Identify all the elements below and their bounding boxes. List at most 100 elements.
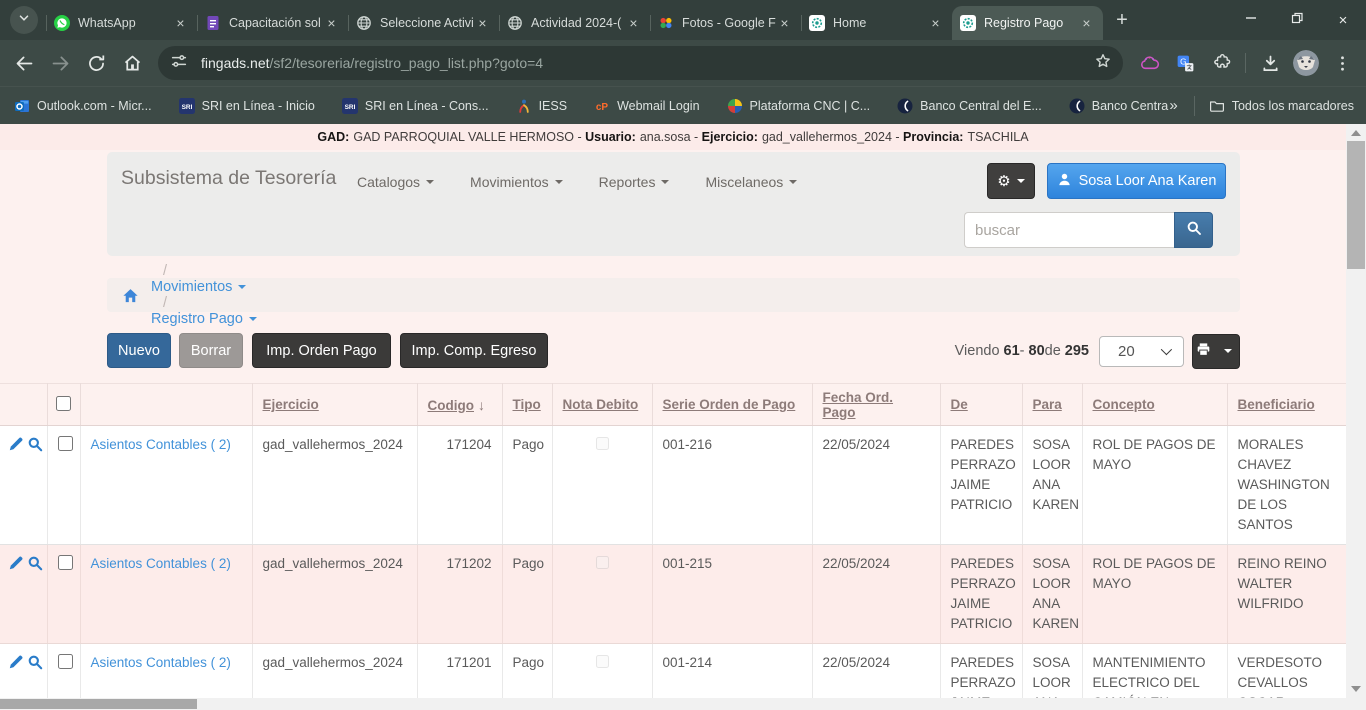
nav-menu-item[interactable]: Catalogos [357,174,434,190]
reload-icon[interactable] [81,48,111,78]
browser-tab[interactable]: Home × [801,6,952,40]
tab-close-icon[interactable]: × [625,15,642,32]
col-para[interactable]: Para [1022,384,1082,426]
browser-tab[interactable]: WhatsApp × [46,6,197,40]
tab-close-icon[interactable]: × [776,15,793,32]
col-concepto[interactable]: Concepto [1082,384,1227,426]
asientos-contables-link[interactable]: Asientos Contables ( 2) [91,437,231,452]
bookmark-item[interactable]: SRI SRI en Línea - Cons... [342,98,489,114]
col-fecha-ord-pago[interactable]: Fecha Ord. Pago [812,384,940,426]
chevron-down-icon [17,11,31,30]
menu-kebab-icon[interactable] [1327,48,1357,78]
tab-close-icon[interactable]: × [1078,15,1095,32]
horizontal-scrollbar-thumb[interactable] [0,699,197,709]
bookmark-star-icon[interactable] [1093,51,1117,75]
breadcrumb: /Movimientos /Registro Pago [107,278,1240,312]
edit-icon[interactable] [8,555,25,572]
cell-de: PAREDES PERRAZO JAIME PATRICIO [940,545,1022,644]
bookmark-item[interactable]: Outlook.com - Micr... [14,98,152,114]
bookmark-item[interactable]: cP Webmail Login [594,98,699,114]
extension-cloud-icon[interactable] [1134,48,1164,78]
col-nota-debito[interactable]: Nota Debito [552,384,652,426]
asientos-contables-link[interactable]: Asientos Contables ( 2) [91,556,231,571]
page-size-select[interactable]: 20 [1099,336,1184,367]
home-icon[interactable] [117,48,147,78]
close-button[interactable]: × [1320,0,1366,40]
tab-close-icon[interactable]: × [172,15,189,32]
nuevo-button[interactable]: Nuevo [107,333,171,368]
svg-text:cP: cP [596,102,609,113]
nav-menu-item[interactable]: Miscelaneos [705,174,797,190]
gad-header-segment: Usuario:ana.sosa - [585,130,702,144]
bookmark-item[interactable]: Banco Central del E... [1069,98,1170,114]
bookmark-label: IESS [539,99,568,113]
bookmarks-overflow-button[interactable]: » [1169,97,1177,114]
col-de[interactable]: De [940,384,1022,426]
tab-close-icon[interactable]: × [927,15,944,32]
extensions-icon[interactable] [1206,48,1236,78]
bookmark-item[interactable]: IESS [516,98,568,114]
user-menu-button[interactable]: Sosa Loor Ana Karen [1047,163,1226,199]
chevron-down-icon [789,180,797,188]
gad-segment-label: GAD: [317,130,349,144]
borrar-button[interactable]: Borrar [179,333,243,368]
bookmark-item[interactable]: SRI SRI en Línea - Inicio [179,98,315,114]
tab-search-button[interactable] [10,6,38,34]
paging-to: 80 [1029,343,1045,359]
view-icon[interactable] [27,654,44,671]
edit-icon[interactable] [8,654,25,671]
imprimir-comprobante-egreso-button[interactable]: Imp. Comp. Egreso [400,333,548,368]
search-button[interactable] [1174,212,1213,248]
restore-button[interactable] [1274,0,1320,40]
browser-tab[interactable]: Registro Pago × [952,6,1103,40]
profile-avatar[interactable] [1293,50,1319,76]
browser-tab[interactable]: Seleccione Activi × [348,6,499,40]
col-codigo[interactable]: Codigo↓ [417,384,502,426]
scroll-down-icon[interactable] [1351,686,1361,692]
vertical-scrollbar[interactable] [1346,124,1366,710]
tab-close-icon[interactable]: × [323,15,340,32]
row-checkbox[interactable] [58,555,73,570]
bookmark-label: Banco Central del E... [1092,99,1170,113]
settings-gear-button[interactable]: ⚙ [987,163,1035,199]
col-ejercicio[interactable]: Ejercicio [252,384,417,426]
breadcrumb-link[interactable]: Registro Pago [151,311,257,327]
address-bar[interactable]: fingads.net/sf2/tesoreria/registro_pago_… [158,46,1123,80]
horizontal-scrollbar[interactable] [0,698,1346,710]
globe-icon [507,15,523,31]
row-checkbox[interactable] [58,654,73,669]
vertical-scrollbar-thumb[interactable] [1347,141,1365,269]
row-checkbox[interactable] [58,436,73,451]
imprimir-orden-pago-button[interactable]: Imp. Orden Pago [252,333,391,368]
bookmark-item[interactable]: Banco Central del E... [897,98,1042,114]
tab-close-icon[interactable]: × [474,15,491,32]
scroll-up-icon[interactable] [1351,130,1361,136]
search-input[interactable] [964,212,1174,248]
select-all-checkbox[interactable] [56,396,71,411]
all-bookmarks-button[interactable]: Todos los marcadores [1232,99,1354,113]
minimize-button[interactable] [1228,0,1274,40]
edit-icon[interactable] [8,436,25,453]
nav-menu-item[interactable]: Movimientos [470,174,563,190]
window-controls: × [1228,0,1366,40]
nav-menu-item[interactable]: Reportes [599,174,670,190]
table-header-row: Ejercicio Codigo↓ Tipo Nota Debito Serie… [0,384,1346,426]
browser-tab[interactable]: Capacitación sol × [197,6,348,40]
col-serie-orden-pago[interactable]: Serie Orden de Pago [652,384,812,426]
print-button[interactable] [1192,334,1240,369]
site-settings-icon[interactable] [170,52,192,74]
back-icon[interactable] [9,48,39,78]
asientos-contables-link[interactable]: Asientos Contables ( 2) [91,655,231,670]
browser-tab[interactable]: Fotos - Google F × [650,6,801,40]
col-tipo[interactable]: Tipo [502,384,552,426]
bookmark-item[interactable]: Plataforma CNC | C... [727,98,871,114]
browser-tab[interactable]: Actividad 2024-( × [499,6,650,40]
breadcrumb-link[interactable]: Movimientos [151,279,257,295]
new-tab-button[interactable]: + [1107,5,1137,35]
view-icon[interactable] [27,555,44,572]
col-beneficiario[interactable]: Beneficiario [1227,384,1346,426]
breadcrumb-home-icon[interactable] [122,287,139,304]
translate-icon[interactable]: G [1170,48,1200,78]
view-icon[interactable] [27,436,44,453]
downloads-icon[interactable] [1255,48,1285,78]
